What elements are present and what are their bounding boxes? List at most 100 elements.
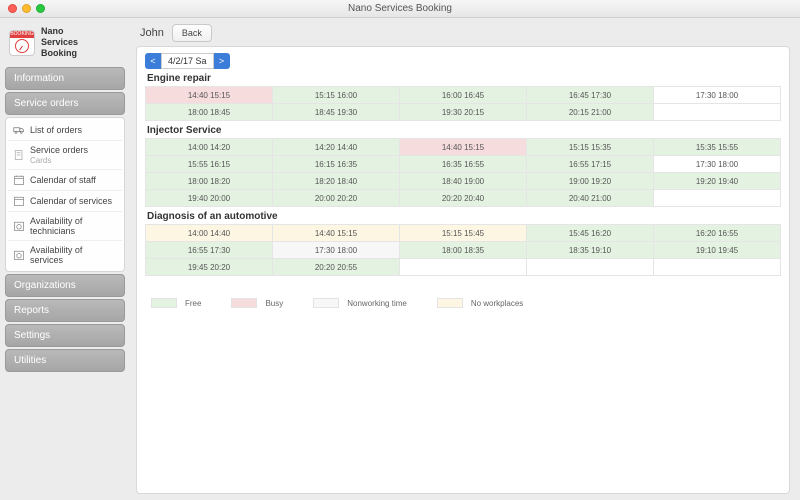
time-slot[interactable]: 19:10 19:45: [654, 242, 781, 259]
legend-item: Nonworking time: [313, 298, 407, 308]
time-slot[interactable]: 20:20 20:55: [273, 259, 400, 276]
sidebar-item-label: Availability of technicians: [30, 216, 117, 236]
time-slot[interactable]: 19:20 19:40: [654, 173, 781, 190]
service-group-title: Injector Service: [147, 125, 781, 136]
sidebar-item-label: Service orders: [30, 145, 88, 155]
legend-swatch: [231, 298, 257, 308]
time-slot[interactable]: 17:30 18:00: [654, 87, 781, 104]
schedule-grid: 14:00 14:2014:20 14:4014:40 15:1515:15 1…: [145, 138, 781, 207]
availability-icon: [13, 220, 25, 232]
legend-label: Nonworking time: [347, 299, 407, 308]
time-slot[interactable]: 16:15 16:35: [273, 156, 400, 173]
time-slot[interactable]: 18:00 18:45: [146, 104, 273, 121]
window-controls: [8, 4, 45, 13]
legend-label: Busy: [265, 299, 283, 308]
service-group-title: Diagnosis of an automotive: [147, 211, 781, 222]
legend-item: Busy: [231, 298, 283, 308]
sidebar-item-label: Availability of services: [30, 245, 117, 265]
date-value[interactable]: 4/2/17 Sa: [161, 53, 214, 69]
schedule-grid: 14:40 15:1515:15 16:0016:00 16:4516:45 1…: [145, 86, 781, 121]
sidebar-item-service-orders-cards[interactable]: Service orders Cards: [8, 141, 122, 170]
time-slot[interactable]: 15:55 16:15: [146, 156, 273, 173]
time-slot[interactable]: 18:35 19:10: [527, 242, 654, 259]
time-slot[interactable]: 18:20 18:40: [273, 173, 400, 190]
sidebar-section-information[interactable]: Information: [5, 67, 125, 90]
sidebar-subpanel: List of orders Service orders Cards Cale…: [5, 117, 125, 272]
time-slot[interactable]: 19:45 20:20: [146, 259, 273, 276]
time-slot[interactable]: 16:55 17:15: [527, 156, 654, 173]
staff-name: John: [140, 27, 164, 39]
sidebar: BOOKING Nano Services Booking Informatio…: [0, 18, 130, 500]
zoom-icon[interactable]: [36, 4, 45, 13]
date-navigator: < 4/2/17 Sa >: [145, 53, 781, 69]
next-day-button[interactable]: >: [214, 53, 230, 69]
service-group-title: Engine repair: [147, 73, 781, 84]
time-slot: [654, 259, 781, 276]
time-slot: [400, 259, 527, 276]
time-slot[interactable]: 20:00 20:20: [273, 190, 400, 207]
calendar-icon: [13, 195, 25, 207]
truck-icon: [13, 124, 25, 136]
time-slot[interactable]: 15:15 15:45: [400, 225, 527, 242]
time-slot[interactable]: 18:40 19:00: [400, 173, 527, 190]
prev-day-button[interactable]: <: [145, 53, 161, 69]
sidebar-section-reports[interactable]: Reports: [5, 299, 125, 322]
sidebar-item-availability-technicians[interactable]: Availability of technicians: [8, 212, 122, 241]
legend: Free Busy Nonworking time No workplaces: [145, 294, 781, 312]
sidebar-item-label: List of orders: [30, 125, 82, 135]
time-slot: [654, 104, 781, 121]
calendar-icon: [13, 174, 25, 186]
time-slot[interactable]: 20:20 20:40: [400, 190, 527, 207]
sidebar-item-availability-services[interactable]: Availability of services: [8, 241, 122, 269]
sidebar-section-organizations[interactable]: Organizations: [5, 274, 125, 297]
time-slot[interactable]: 18:00 18:20: [146, 173, 273, 190]
availability-icon: [13, 249, 25, 261]
minimize-icon[interactable]: [22, 4, 31, 13]
time-slot[interactable]: 14:20 14:40: [273, 139, 400, 156]
time-slot[interactable]: 20:40 21:00: [527, 190, 654, 207]
legend-item: Free: [151, 298, 201, 308]
legend-swatch: [437, 298, 463, 308]
time-slot[interactable]: 17:30 18:00: [654, 156, 781, 173]
time-slot[interactable]: 16:45 17:30: [527, 87, 654, 104]
time-slot[interactable]: 15:35 15:55: [654, 139, 781, 156]
time-slot[interactable]: 16:55 17:30: [146, 242, 273, 259]
time-slot[interactable]: 20:15 21:00: [527, 104, 654, 121]
time-slot[interactable]: 18:00 18:35: [400, 242, 527, 259]
time-slot[interactable]: 19:40 20:00: [146, 190, 273, 207]
time-slot[interactable]: 14:00 14:40: [146, 225, 273, 242]
time-slot[interactable]: 16:35 16:55: [400, 156, 527, 173]
schedule-grid: 14:00 14:4014:40 15:1515:15 15:4515:45 1…: [145, 224, 781, 276]
window-titlebar: Nano Services Booking: [0, 0, 800, 18]
sidebar-item-label: Calendar of services: [30, 196, 112, 206]
sidebar-section-service-orders[interactable]: Service orders: [5, 92, 125, 115]
sidebar-item-calendar-staff[interactable]: Calendar of staff: [8, 170, 122, 191]
time-slot[interactable]: 14:00 14:20: [146, 139, 273, 156]
time-slot[interactable]: 15:15 16:00: [273, 87, 400, 104]
back-button[interactable]: Back: [172, 24, 212, 42]
time-slot[interactable]: 14:40 15:15: [400, 139, 527, 156]
time-slot[interactable]: 19:00 19:20: [527, 173, 654, 190]
topbar: John Back: [136, 24, 790, 46]
time-slot[interactable]: 15:45 16:20: [527, 225, 654, 242]
legend-swatch: [151, 298, 177, 308]
time-slot[interactable]: 15:15 15:35: [527, 139, 654, 156]
time-slot[interactable]: 14:40 15:15: [146, 87, 273, 104]
schedule-panel: < 4/2/17 Sa > Engine repair14:40 15:1515…: [136, 46, 790, 494]
main-area: John Back < 4/2/17 Sa > Engine repair 14:…: [130, 18, 800, 500]
close-icon[interactable]: [8, 4, 17, 13]
time-slot[interactable]: 16:20 16:55: [654, 225, 781, 242]
time-slot[interactable]: 16:00 16:45: [400, 87, 527, 104]
time-slot[interactable]: 19:30 20:15: [400, 104, 527, 121]
sidebar-section-utilities[interactable]: Utilities: [5, 349, 125, 372]
time-slot[interactable]: 18:45 19:30: [273, 104, 400, 121]
time-slot[interactable]: 17:30 18:00: [273, 242, 400, 259]
legend-label: Free: [185, 299, 201, 308]
sidebar-item-subtitle: Cards: [30, 156, 88, 165]
sidebar-item-list-of-orders[interactable]: List of orders: [8, 120, 122, 141]
time-slot[interactable]: 14:40 15:15: [273, 225, 400, 242]
legend-label: No workplaces: [471, 299, 523, 308]
sidebar-section-settings[interactable]: Settings: [5, 324, 125, 347]
document-icon: [13, 149, 25, 161]
sidebar-item-calendar-services[interactable]: Calendar of services: [8, 191, 122, 212]
